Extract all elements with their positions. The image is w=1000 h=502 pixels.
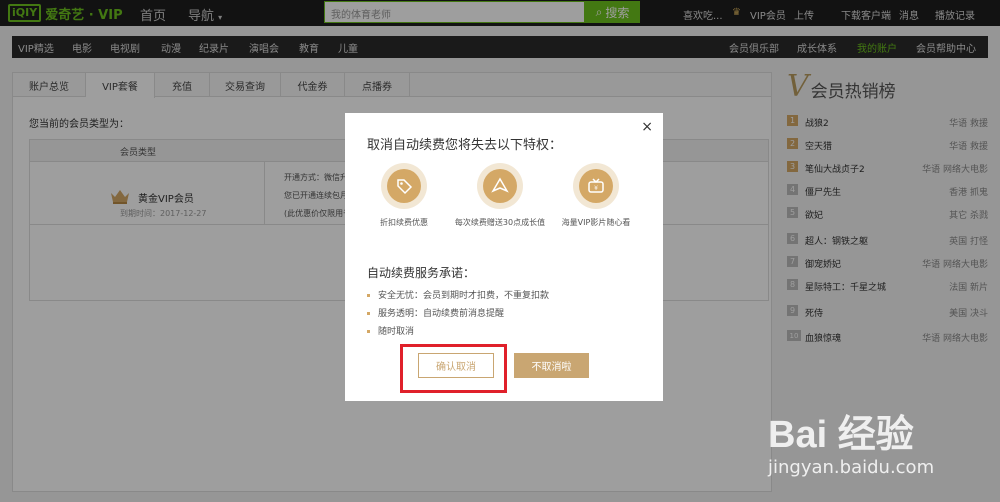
tv-icon: ¥ [573, 163, 619, 209]
dialog-title: 取消自动续费您将失去以下特权： [367, 138, 563, 153]
promise-text: 服务透明：自动续费前消息提醒 [378, 309, 505, 319]
privilege-item: ¥ 海量VIP影片随心看 [550, 163, 642, 229]
discount-tag-glyph [387, 169, 421, 203]
privilege-label: 折扣续费优惠 [380, 218, 428, 227]
privilege-label: 海量VIP影片随心看 [561, 218, 631, 227]
promise-text: 安全无忧：会员到期时才扣费，不重复扣款 [378, 291, 550, 301]
bullet-icon [367, 294, 370, 297]
close-icon[interactable]: × [641, 119, 653, 135]
privilege-label: 每次续费赠送30点成长值 [454, 218, 546, 227]
page: iQIY 爱奇艺 · VIP 首页 导航 ▾ 我的体育老师 ⌕ 搜索 喜欢吃...… [0, 0, 1000, 502]
promise-item: 服务透明：自动续费前消息提醒 [367, 306, 504, 319]
promise-text: 随时取消 [378, 327, 415, 337]
tv-glyph: ¥ [579, 169, 613, 203]
baidu-jingyan-watermark: Bai 经验 jingyan.baidu.com [768, 395, 988, 495]
privilege-item: 每次续费赠送30点成长值 [454, 163, 546, 229]
promise-item: 安全无忧：会员到期时才扣费，不重复扣款 [367, 288, 549, 301]
watermark-url: jingyan.baidu.com [768, 457, 935, 478]
bullet-icon [367, 330, 370, 333]
highlight-box [400, 344, 507, 393]
discount-tag-icon [381, 163, 427, 209]
privilege-item: 折扣续费优惠 [358, 163, 450, 229]
growth-arrow-icon [477, 163, 523, 209]
promise-item: 随时取消 [367, 324, 414, 337]
watermark-brand: Bai 经验 [768, 414, 914, 456]
promise-title: 自动续费服务承诺： [367, 266, 476, 280]
keep-subscription-button[interactable]: 不取消啦 [514, 353, 589, 378]
bullet-icon [367, 312, 370, 315]
growth-arrow-glyph [483, 169, 517, 203]
svg-text:¥: ¥ [594, 185, 598, 192]
